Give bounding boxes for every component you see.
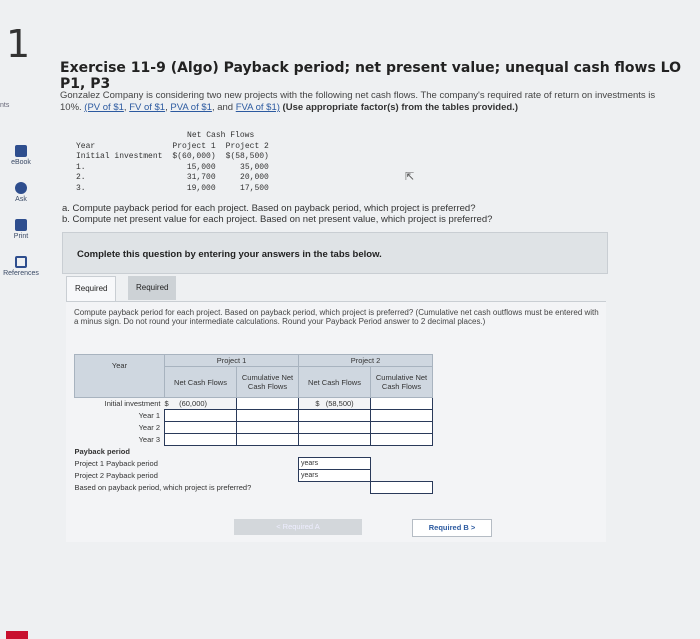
tab-panel: Compute payback period for each project.…: [66, 301, 606, 542]
p1-payback-label: Project 1 Payback period: [74, 459, 158, 468]
initial-investment-label: Initial investment: [104, 399, 161, 409]
references-link[interactable]: References: [0, 256, 42, 277]
payback-table: Year Project 1 Project 2 Net Cash Flows …: [74, 354, 433, 494]
p1-value: $(60,000): [172, 152, 216, 161]
project2-header: Project 2: [225, 141, 269, 151]
pv-table-link[interactable]: (PV of $1: [84, 102, 124, 113]
print-label: Print: [13, 233, 29, 240]
p2-payback-input[interactable]: years: [298, 469, 371, 482]
p2-year2-ncf-input[interactable]: [298, 421, 371, 434]
row-label: 2.: [76, 173, 86, 182]
p2-year1-cum-input[interactable]: [370, 409, 433, 422]
empty-cell: [72, 132, 166, 141]
question-number: 1: [6, 22, 31, 66]
cum2-header: Cumulative Net Cash Flows: [370, 366, 433, 398]
p1-value: 15,000: [186, 162, 216, 172]
exercise-title: Exercise 11-9 (Algo) Payback period; net…: [60, 60, 681, 92]
cum1-header: Cumulative Net Cash Flows: [236, 366, 299, 398]
row-label: 1.: [76, 162, 86, 172]
year3-label: Year 3: [138, 435, 160, 444]
cash-flow-table: Net Cash Flows Year Project 1 Project 2 …: [70, 130, 275, 195]
question-a: a. Compute payback period for each proje…: [62, 203, 476, 214]
dollar-sign: $: [164, 399, 169, 408]
separator: , and: [211, 102, 236, 113]
years-unit: years: [301, 460, 319, 467]
year2-label: Year 2: [138, 423, 160, 432]
questions: a. Compute payback period for each proje…: [62, 203, 492, 225]
year-header: Year: [76, 141, 96, 151]
ebook-label: eBook: [11, 159, 31, 166]
previous-tab-button[interactable]: < Required A: [234, 519, 362, 535]
row-label: Initial investment: [76, 152, 163, 161]
p1-year1-cum-input[interactable]: [236, 409, 299, 422]
dollar-sign: $: [315, 399, 320, 408]
copy-icon: [15, 256, 27, 268]
brand-logo: [6, 631, 28, 639]
ask-label: Ask: [15, 196, 27, 203]
chat-bubble-icon: [15, 182, 27, 194]
ask-link[interactable]: Ask: [0, 182, 42, 203]
empty-cell: [371, 470, 433, 482]
year-col-header: Year: [74, 354, 165, 398]
pva-table-link[interactable]: PVA of $1: [170, 102, 212, 113]
tab-required-a[interactable]: Required A: [66, 276, 117, 317]
tab-required-b[interactable]: Required B: [128, 276, 177, 316]
p2-value: 20,000: [240, 173, 269, 182]
project1-col-header: Project 1: [164, 354, 299, 367]
cash-flow-header: Net Cash Flows: [187, 131, 255, 140]
preferred-project-input[interactable]: [370, 481, 433, 494]
p1-payback-input[interactable]: years: [298, 457, 371, 470]
year1-label: Year 1: [138, 411, 160, 420]
preferred-label: Based on payback period, which project i…: [74, 483, 252, 493]
p2-value: 35,000: [240, 162, 269, 172]
points-label: nts: [0, 102, 10, 109]
project1-header: Project 1: [172, 141, 216, 151]
instructions-banner: Complete this question by entering your …: [62, 232, 608, 274]
payback-section-label: Payback period: [74, 447, 130, 456]
question-b: b. Compute net present value for each pr…: [62, 214, 493, 225]
p2-value: 17,500: [240, 183, 269, 193]
mouse-cursor-icon: ⇱: [405, 171, 415, 183]
p2-year3-ncf-input[interactable]: [298, 433, 371, 446]
ncf1-header: Net Cash Flows: [164, 366, 237, 398]
p1-year1-ncf-input[interactable]: [164, 409, 237, 422]
p2-payback-label: Project 2 Payback period: [74, 471, 158, 480]
project2-col-header: Project 2: [298, 354, 433, 367]
p2-year2-cum-input[interactable]: [370, 421, 433, 434]
p2-year1-ncf-input[interactable]: [298, 409, 371, 422]
tab-instructions: Compute payback period for each project.…: [74, 308, 599, 326]
fv-table-link[interactable]: FV of $1: [129, 102, 165, 113]
row-label: 3.: [76, 183, 86, 193]
p1-value: 19,000: [186, 183, 216, 193]
p2-year3-cum-input[interactable]: [370, 433, 433, 446]
p2-value: $(58,500): [225, 152, 269, 161]
problem-intro: Gonzalez Company is considering two new …: [60, 90, 660, 114]
p1-initial-cum-input[interactable]: [236, 397, 299, 410]
ncf2-header: Net Cash Flows: [298, 366, 371, 398]
p1-year2-ncf-input[interactable]: [164, 421, 237, 434]
banner-text: Complete this question by entering your …: [77, 249, 382, 260]
p1-year2-cum-input[interactable]: [236, 421, 299, 434]
p1-value: 31,700: [186, 173, 216, 182]
p2-initial-cum-input[interactable]: [370, 397, 433, 410]
print-link[interactable]: Print: [0, 219, 42, 240]
ebook-link[interactable]: eBook: [0, 145, 42, 166]
years-unit: years: [301, 472, 319, 479]
intro-instruction: (Use appropriate factor(s) from the tabl…: [279, 102, 518, 113]
p1-year3-cum-input[interactable]: [236, 433, 299, 446]
p2-initial-ncf: $ (58,500): [299, 398, 371, 410]
fva-table-link[interactable]: FVA of $1): [236, 102, 280, 113]
p1-initial-value: (60,000): [179, 399, 208, 408]
printer-icon: [15, 219, 27, 231]
empty-cell: [371, 458, 433, 470]
references-label: References: [3, 270, 39, 277]
book-icon: [15, 145, 27, 157]
next-tab-button[interactable]: Required B >: [412, 519, 492, 537]
p2-initial-value: (58,500): [325, 399, 354, 408]
p1-initial-ncf: $ (60,000): [165, 398, 237, 410]
p1-year3-ncf-input[interactable]: [164, 433, 237, 446]
